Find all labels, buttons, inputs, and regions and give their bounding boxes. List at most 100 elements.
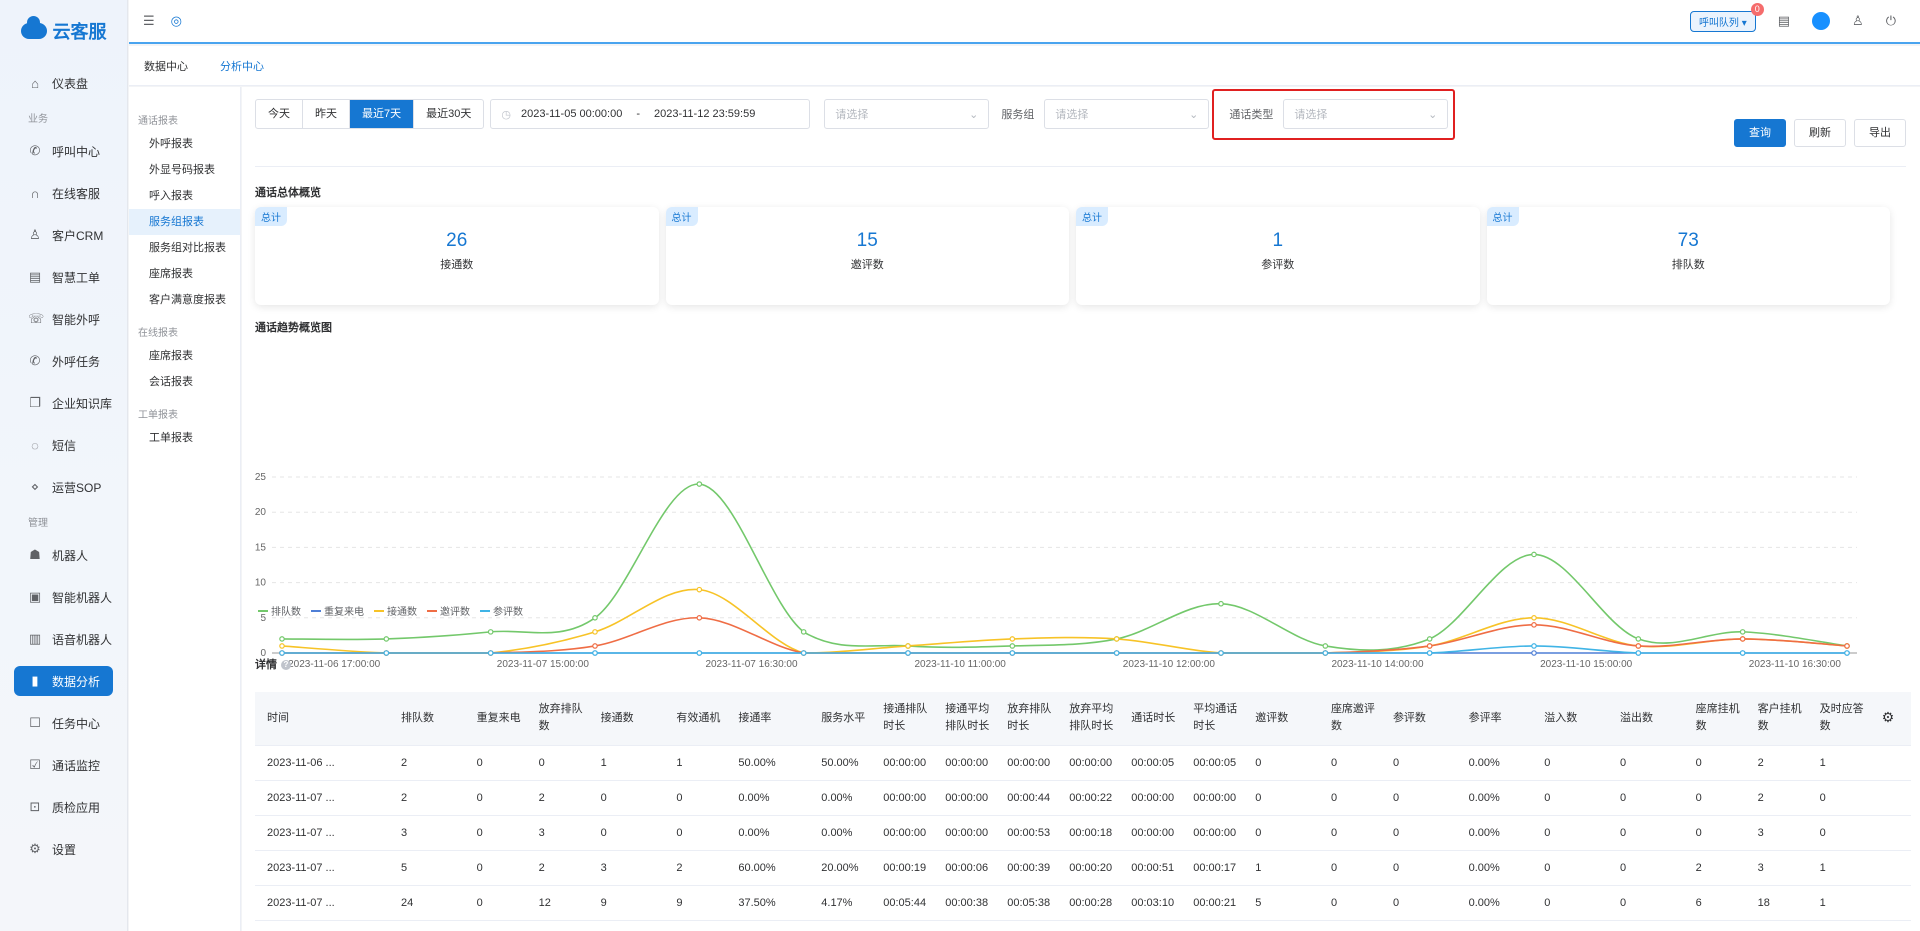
column-header[interactable]: 客户挂机数 [1745, 692, 1808, 746]
divider [255, 166, 1906, 167]
column-header[interactable]: 接通排队时长 [871, 692, 934, 746]
submenu-item[interactable]: 工单报表 [129, 425, 240, 451]
column-header[interactable]: 接通率 [726, 692, 810, 746]
table-row[interactable]: 2023-11-07 ... 3 0 3 0 0 0.00% 0.00% 00:00:00 00:… [255, 815, 1911, 851]
export-button[interactable]: 导出 [1854, 119, 1906, 147]
tab-data-center[interactable]: 数据中心 [144, 58, 188, 74]
refresh-button[interactable]: 刷新 [1794, 119, 1846, 147]
submenu-item[interactable]: 座席报表 [129, 343, 240, 369]
legend-item[interactable]: 接通数 [374, 603, 417, 618]
sidebar-item-settings[interactable]: ⚙ 设置 [0, 828, 127, 870]
sidebar-item-chart[interactable]: ▮ 数据分析 [14, 666, 113, 696]
table-row[interactable]: 2023-11-07 ... 24 0 12 9 9 37.50% 4.17% 00:05:44… [255, 885, 1911, 921]
legend-swatch [427, 609, 437, 612]
power-icon[interactable]: ⏻ [1886, 13, 1896, 29]
column-header[interactable]: 放弃排队数 [526, 692, 589, 746]
column-header[interactable]: 平均通话时长 [1181, 692, 1244, 746]
sidebar-item-voice-robot[interactable]: ▥ 语音机器人 [0, 618, 127, 660]
sidebar-item-user[interactable]: ♙ 客户CRM [0, 214, 127, 256]
call-queue-button[interactable]: 呼叫队列 ▾ 0 [1689, 2, 1764, 32]
x-tick-label: 2023-11-10 12:00:00 [1123, 659, 1216, 670]
table-row[interactable]: 2023-11-06 ... 2 0 0 1 1 50.00% 50.00% 00:00:00 0… [255, 745, 1911, 781]
column-header[interactable]: 接通平均排队时长 [933, 692, 996, 746]
y-tick-label: 10 [255, 578, 267, 589]
sidebar-item-document[interactable]: ▤ 智慧工单 [0, 256, 127, 298]
sidebar-item-dashboard[interactable]: ⌂ 仪表盘 [0, 62, 127, 104]
submenu-item[interactable]: 客户满意度报表 [129, 287, 240, 313]
column-header[interactable]: 服务水平 [809, 692, 872, 746]
table-cell: 00:00:00 [871, 745, 934, 781]
column-header[interactable]: 邀评数 [1243, 692, 1319, 746]
table-cell: 0 [526, 745, 589, 781]
column-header[interactable]: 接通数 [588, 692, 665, 746]
filter-select-1[interactable]: 请选择 ⌄ [824, 99, 990, 129]
column-header[interactable]: 有效通机 [664, 692, 727, 746]
tab-analysis-center[interactable]: 分析中心 [220, 58, 264, 74]
sidebar-item-book[interactable]: ❐ 企业知识库 [0, 382, 127, 424]
column-header[interactable]: 参评率 [1456, 692, 1533, 746]
column-settings-icon[interactable]: ⚙ [1882, 709, 1895, 725]
column-header[interactable]: 重复来电 [464, 692, 527, 746]
submenu-item[interactable]: 座席报表 [129, 261, 240, 287]
table-row[interactable]: 2023-11-07 ... 2 0 2 0 0 0.00% 0.00% 00:00:00 00:… [255, 780, 1911, 816]
column-settings-header: ⚙ [1869, 692, 1911, 746]
column-header[interactable]: 放弃排队时长 [995, 692, 1058, 746]
query-button[interactable]: 查询 [1734, 119, 1786, 147]
legend-item[interactable]: 重复来电 [311, 603, 364, 618]
service-group-select[interactable]: 请选择 ⌄ [1044, 99, 1210, 129]
user-icon[interactable]: ♙ [1852, 13, 1864, 29]
sidebar-item-flow[interactable]: ⋄ 运营SOP [0, 466, 127, 508]
submenu-item[interactable]: 外显号码报表 [129, 157, 240, 183]
date-range-picker[interactable]: ◷ 2023-11-05 00:00:00 - 2023-11-12 23:59… [490, 99, 811, 129]
sidebar-item-headset[interactable]: ∩ 在线客服 [0, 172, 127, 214]
sidebar-item-outbound-call[interactable]: ☏ 智能外呼 [0, 298, 127, 340]
legend-item[interactable]: 参评数 [480, 603, 523, 618]
column-header[interactable]: 放弃平均排队时长 [1057, 692, 1120, 746]
app-logo[interactable]: 云客服 [0, 0, 127, 62]
submenu-item[interactable]: 外呼报表 [129, 131, 240, 157]
column-header[interactable]: 溢入数 [1532, 692, 1608, 746]
overview-cards: 总计 26 接通数 总计 15 邀评数 总计 1 参评数 总计 73 排队数 [255, 207, 1890, 305]
column-header[interactable]: 及时应答数 [1807, 692, 1870, 746]
sidebar-item-task[interactable]: ☐ 任务中心 [0, 702, 127, 744]
y-tick-label: 15 [255, 542, 267, 553]
sidebar-item-message[interactable]: ◌ 短信 [0, 424, 127, 466]
column-header[interactable]: 排队数 [389, 692, 465, 746]
column-header[interactable]: 时间 [255, 692, 389, 746]
column-header[interactable]: 座席邀评数 [1318, 692, 1381, 746]
range-button[interactable]: 今天 [256, 100, 303, 128]
table-cell: 0.00% [1456, 815, 1533, 851]
sidebar-item-smart-robot[interactable]: ▣ 智能机器人 [0, 576, 127, 618]
submenu-item[interactable]: 呼入报表 [129, 183, 240, 209]
collapse-menu-icon[interactable]: ☰ [143, 13, 155, 29]
table-row[interactable]: 2023-11-07 ... 5 0 2 3 2 60.00% 20.00% 00:00:19 0… [255, 850, 1911, 886]
submenu-item[interactable]: 会话报表 [129, 369, 240, 395]
status-avatar[interactable] [1812, 12, 1831, 30]
chart-legend: 排队数 重复来电 接通数 邀评数 参评数 [258, 603, 523, 618]
smart-robot-icon: ▣ [28, 589, 42, 604]
submenu-item[interactable]: 服务组报表 [129, 209, 240, 235]
column-header[interactable]: 座席挂机数 [1683, 692, 1746, 746]
sidebar-item-monitor[interactable]: ☑ 通话监控 [0, 744, 127, 786]
sidebar-item-task-call[interactable]: ✆ 外呼任务 [0, 340, 127, 382]
submenu-item[interactable]: 服务组对比报表 [129, 235, 240, 261]
info-icon[interactable]: ? [281, 660, 291, 671]
range-button[interactable]: 最近7天 [350, 100, 415, 128]
range-button[interactable]: 昨天 [303, 100, 350, 128]
legend-label: 重复来电 [324, 607, 364, 618]
sidebar-item-inspect[interactable]: ⊡ 质检应用 [0, 786, 127, 828]
legend-item[interactable]: 邀评数 [427, 603, 470, 618]
sidebar-item-robot[interactable]: ☗ 机器人 [0, 534, 127, 576]
column-header[interactable]: 参评数 [1380, 692, 1457, 746]
data-point [1739, 636, 1746, 642]
table-cell: 0 [1380, 850, 1457, 886]
table-cell: 0.00% [809, 815, 872, 851]
column-header[interactable]: 通话时长 [1119, 692, 1182, 746]
chat-icon[interactable]: ◎ [171, 13, 182, 29]
column-header[interactable]: 溢出数 [1607, 692, 1684, 746]
sidebar-item-phone[interactable]: ✆ 呼叫中心 [0, 130, 127, 172]
legend-item[interactable]: 排队数 [258, 603, 301, 618]
range-button[interactable]: 最近30天 [414, 100, 483, 128]
sidebar-item-label: 在线客服 [52, 186, 101, 201]
notes-icon[interactable]: ▤ [1778, 13, 1790, 29]
